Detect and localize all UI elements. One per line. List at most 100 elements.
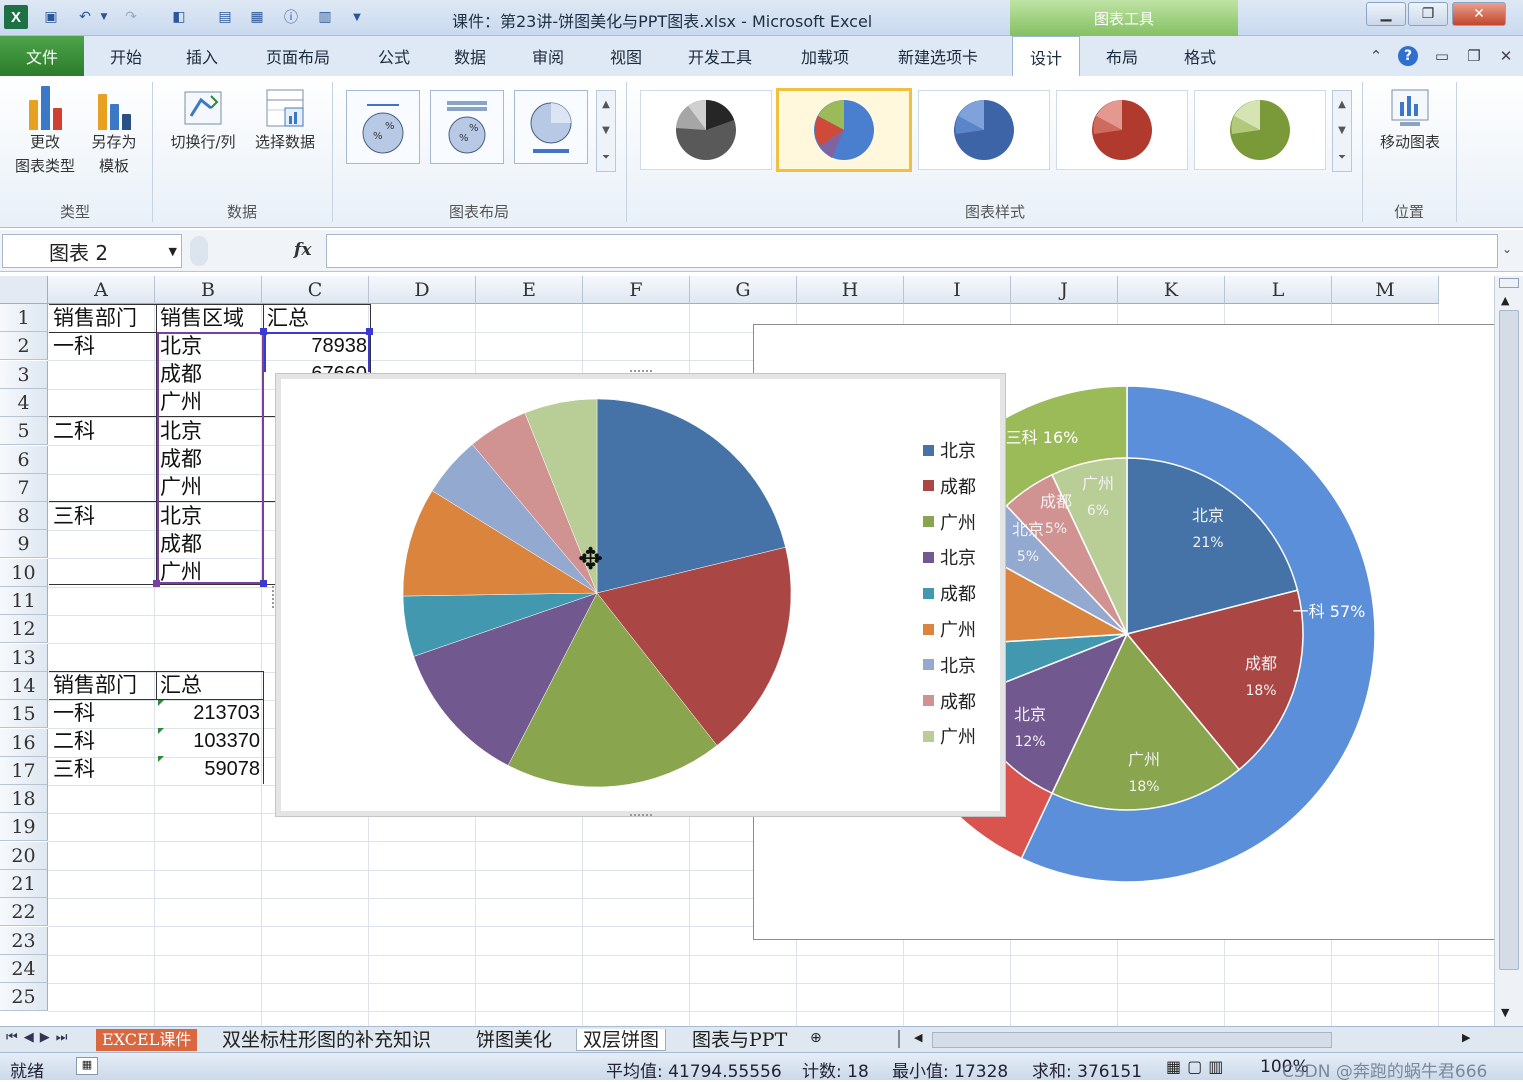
range-handle[interactable] <box>260 580 267 587</box>
tab-developer[interactable]: 开发工具 <box>674 36 766 76</box>
row-header-3[interactable]: 3 <box>0 360 48 389</box>
column-header-l[interactable]: L <box>1225 276 1332 304</box>
range-handle[interactable] <box>260 328 267 335</box>
view-mode-icons[interactable]: ▦▢▥ <box>1166 1057 1229 1076</box>
chart-style-green[interactable] <box>1194 90 1326 170</box>
column-header-e[interactable]: E <box>476 276 583 304</box>
minimize-button[interactable]: ▁ <box>1366 2 1406 26</box>
tab-view[interactable]: 视图 <box>596 36 656 76</box>
range-handle[interactable] <box>366 328 373 335</box>
undo-icon[interactable]: ↶ <box>74 6 96 28</box>
legend-item[interactable]: 北京 <box>923 544 976 570</box>
sheet-tab-excel-courseware[interactable]: EXCEL课件 <box>96 1029 198 1051</box>
scroll-down-icon[interactable]: ▼ <box>1501 1006 1509 1019</box>
row-header-17[interactable]: 17 <box>0 756 48 785</box>
row-header-5[interactable]: 5 <box>0 417 48 446</box>
column-header-k[interactable]: K <box>1118 276 1225 304</box>
row-header-6[interactable]: 6 <box>0 445 48 474</box>
column-header-b[interactable]: B <box>155 276 262 304</box>
row-header-13[interactable]: 13 <box>0 643 48 672</box>
row-header-12[interactable]: 12 <box>0 615 48 644</box>
row-header-16[interactable]: 16 <box>0 728 48 757</box>
tab-insert[interactable]: 插入 <box>172 36 232 76</box>
row-header-9[interactable]: 9 <box>0 530 48 559</box>
cell-a8[interactable]: 三科 <box>50 502 98 530</box>
legend-item[interactable]: 成都 <box>923 473 976 499</box>
name-box-dropdown-icon[interactable]: ▼ <box>169 245 177 258</box>
print-preview-icon[interactable]: ▤ <box>214 6 236 28</box>
column-header-f[interactable]: F <box>583 276 690 304</box>
info-icon[interactable]: ⓘ <box>280 6 302 28</box>
layout-option-1[interactable]: %% <box>346 90 420 164</box>
cell-a1[interactable]: 销售部门 <box>50 304 140 332</box>
chart-resize-handle-left[interactable] <box>272 586 276 608</box>
redo-icon[interactable]: ↷ <box>120 6 142 28</box>
tab-page-layout[interactable]: 页面布局 <box>252 36 344 76</box>
column-header-i[interactable]: I <box>904 276 1011 304</box>
chart-style-blue[interactable] <box>918 90 1050 170</box>
tab-formulas[interactable]: 公式 <box>364 36 424 76</box>
legend-item[interactable]: 北京 <box>923 652 976 678</box>
cell-b15[interactable]: 213703 <box>157 699 263 727</box>
change-chart-type-button[interactable]: 更改 图表类型 <box>8 82 82 177</box>
style-gallery-scroll[interactable]: ▲ ▼ ⏷ <box>1332 90 1352 172</box>
tab-format[interactable]: 格式 <box>1170 36 1230 76</box>
legend-item[interactable]: 广州 <box>923 509 976 535</box>
row-header-22[interactable]: 22 <box>0 898 48 927</box>
cell-a2[interactable]: 一科 <box>50 332 98 360</box>
tab-new-tab[interactable]: 新建选项卡 <box>882 36 994 76</box>
insert-function-icon[interactable]: fx <box>294 240 311 260</box>
layout-option-3[interactable] <box>514 90 588 164</box>
workbook-minimize-icon[interactable]: ▭ <box>1432 46 1452 66</box>
row-header-20[interactable]: 20 <box>0 841 48 870</box>
cell-a5[interactable]: 二科 <box>50 417 98 445</box>
column-header-c[interactable]: C <box>262 276 369 304</box>
workbook-close-icon[interactable]: ✕ <box>1496 46 1516 66</box>
chart-style-colorful[interactable] <box>776 88 912 172</box>
row-header-24[interactable]: 24 <box>0 954 48 983</box>
cell-a15[interactable]: 一科 <box>50 699 98 727</box>
chart-resize-handle-top[interactable] <box>630 370 652 374</box>
row-header-10[interactable]: 10 <box>0 558 48 587</box>
scroll-thumb[interactable] <box>1499 310 1519 970</box>
cell-c1[interactable]: 汇总 <box>264 304 312 332</box>
range-handle[interactable] <box>153 580 160 587</box>
formula-bar-splitter[interactable] <box>190 236 208 266</box>
customize-qat-icon[interactable]: ▼ <box>346 6 368 28</box>
tab-data[interactable]: 数据 <box>440 36 500 76</box>
cell-b16[interactable]: 103370 <box>157 727 263 755</box>
save-icon[interactable]: ▣ <box>40 6 62 28</box>
expand-formula-bar-icon[interactable]: ⌄ <box>1502 242 1512 256</box>
row-header-8[interactable]: 8 <box>0 502 48 531</box>
undo-dropdown-icon[interactable]: ▼ <box>98 6 110 28</box>
cell-a17[interactable]: 三科 <box>50 755 98 783</box>
sheet-tab-chart-ppt[interactable]: 图表与PPT <box>686 1029 793 1051</box>
chart-pie[interactable]: 北京 成都 广州 北京 成都 广州 北京 成都 广州 <box>276 374 1005 816</box>
save-as-template-button[interactable]: 另存为 模板 <box>84 82 144 177</box>
layout-gallery-scroll[interactable]: ▲ ▼ ⏷ <box>596 90 616 172</box>
close-button[interactable]: ✕ <box>1452 2 1506 26</box>
row-header-11[interactable]: 11 <box>0 587 48 615</box>
tab-review[interactable]: 审阅 <box>518 36 578 76</box>
tab-home[interactable]: 开始 <box>96 36 156 76</box>
chart-style-red[interactable] <box>1056 90 1188 170</box>
layout-option-2[interactable]: %% <box>430 90 504 164</box>
quick-access-icon[interactable]: ◧ <box>168 6 190 28</box>
scroll-up-icon[interactable]: ▲ <box>1501 294 1509 307</box>
table-icon[interactable]: ▥ <box>314 6 336 28</box>
name-box[interactable]: 图表 2 ▼ <box>2 234 182 268</box>
hscroll-left-icon[interactable]: ◀ <box>914 1031 922 1044</box>
legend-item[interactable]: 成都 <box>923 688 976 714</box>
tab-chart-layout[interactable]: 布局 <box>1092 36 1152 76</box>
chart-style-gray[interactable] <box>640 90 772 170</box>
tab-file[interactable]: 文件 <box>0 36 84 76</box>
row-header-25[interactable]: 25 <box>0 983 48 1012</box>
row-header-15[interactable]: 15 <box>0 700 48 729</box>
select-all-corner[interactable] <box>0 276 48 304</box>
vertical-scrollbar[interactable]: ▲ ▼ <box>1494 276 1523 1026</box>
hscroll-right-icon[interactable]: ▶ <box>1462 1031 1470 1044</box>
sheet-navigation-icons[interactable]: ⏮◀▶⏭ <box>6 1030 73 1045</box>
restore-button[interactable]: ❐ <box>1408 2 1448 26</box>
cell-b17[interactable]: 59078 <box>157 755 263 783</box>
column-header-j[interactable]: J <box>1011 276 1118 304</box>
